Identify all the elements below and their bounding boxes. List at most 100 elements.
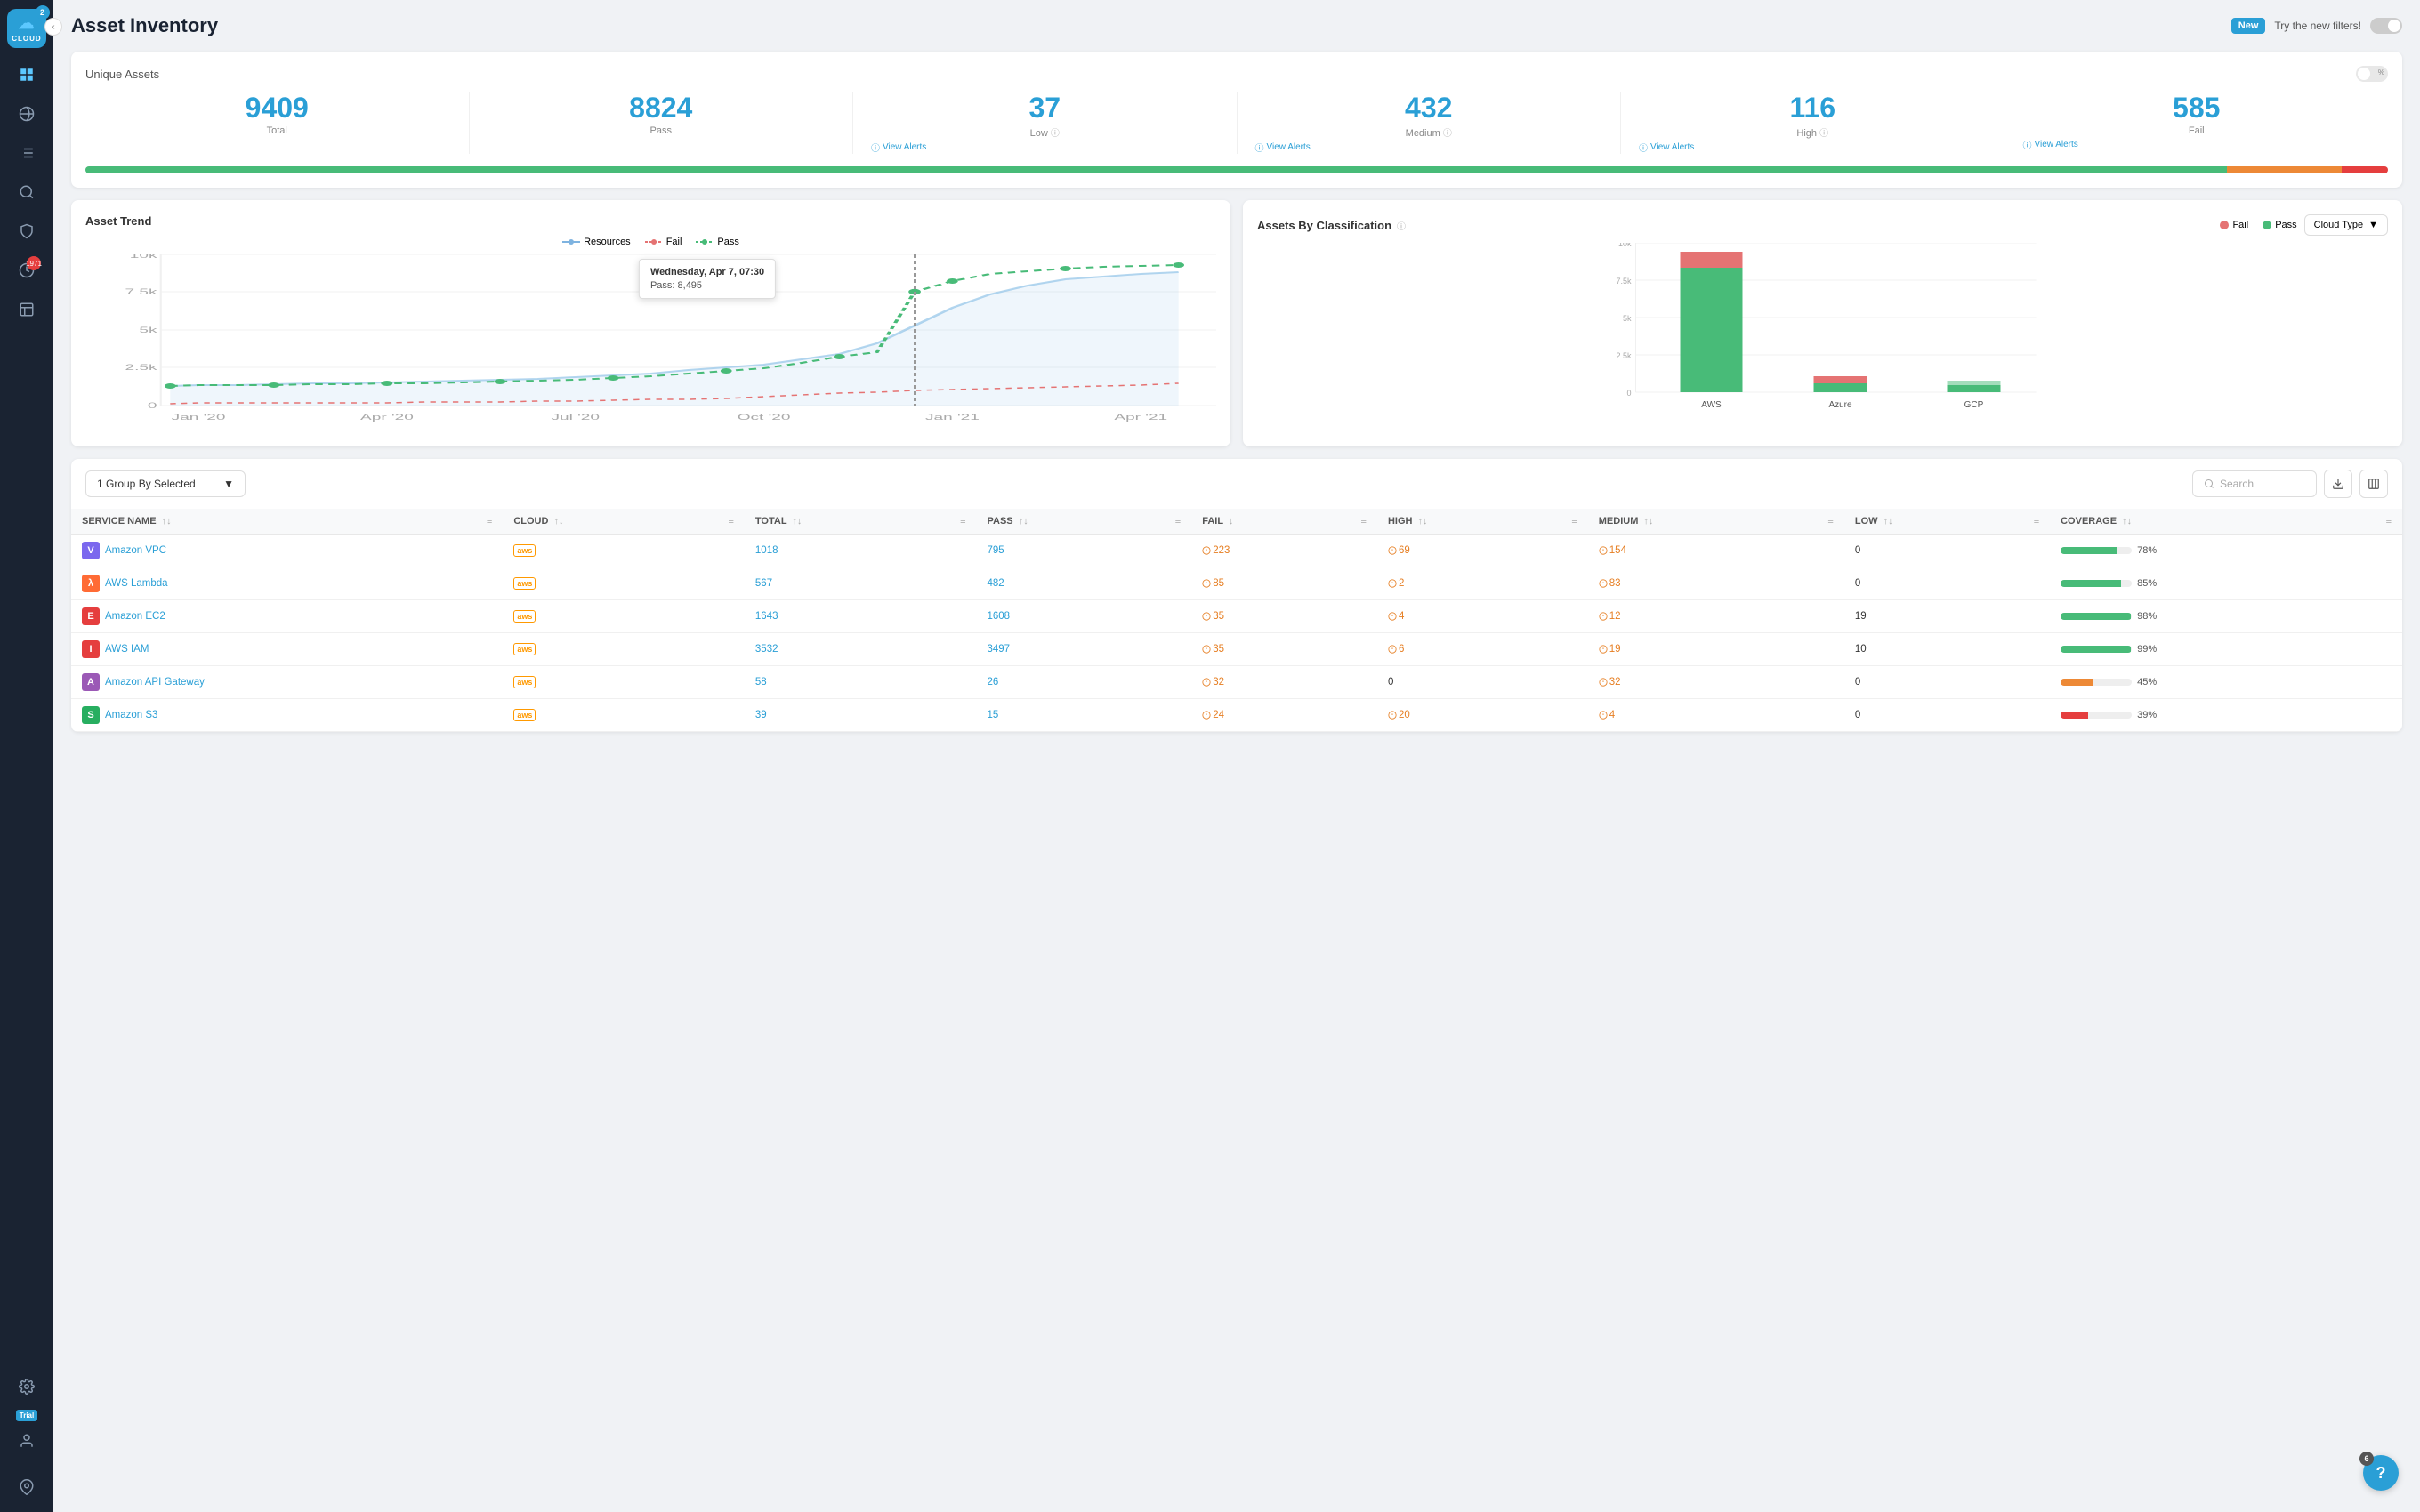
filter-icon-8[interactable]: ≡: [2034, 516, 2039, 527]
service-icon: I: [82, 640, 100, 658]
app-logo[interactable]: 2 ☁ CLOUD: [7, 9, 46, 48]
coverage-cell: 39%: [2061, 710, 2392, 720]
sort-icon-4: ↑↓: [1019, 516, 1028, 527]
aws-logo: aws: [513, 676, 536, 688]
service-name-link[interactable]: Amazon API Gateway: [105, 677, 205, 688]
svg-text:Oct '20: Oct '20: [738, 414, 791, 422]
coverage-bar: [2061, 712, 2132, 719]
high-view-alerts[interactable]: ⓘ View Alerts: [1639, 141, 1987, 154]
progress-orange: [2227, 166, 2342, 173]
service-cell: A Amazon API Gateway: [82, 673, 492, 691]
cell-coverage: 39%: [2050, 699, 2402, 732]
download-button[interactable]: [2324, 470, 2352, 498]
sidebar: ‹ 2 ☁ CLOUD 1971 Trial: [0, 0, 53, 1512]
help-count-badge: 6: [2360, 1452, 2374, 1466]
warning-icon-high: [1388, 612, 1397, 621]
total-number: 9409: [103, 92, 451, 124]
medium-number: 432: [1255, 92, 1603, 124]
filter-icon-2[interactable]: ≡: [728, 516, 733, 527]
table-row: S Amazon S3 aws 39 15 24 20 4 0 39%: [71, 699, 2402, 732]
warning-icon: [1202, 546, 1211, 555]
sort-icon-3: ↑↓: [792, 516, 802, 527]
cell-low: 19: [1844, 600, 2050, 633]
cell-cloud: aws: [503, 567, 745, 600]
cell-fail: 32: [1191, 666, 1377, 699]
header-right: New Try the new filters!: [2231, 18, 2402, 34]
fail-view-alerts[interactable]: ⓘ View Alerts: [2023, 138, 2371, 151]
cell-low: 0: [1844, 699, 2050, 732]
service-cell: λ AWS Lambda: [82, 575, 492, 592]
cell-pass: 1608: [977, 600, 1192, 633]
coverage-cell: 98%: [2061, 611, 2392, 622]
low-number: 37: [871, 92, 1219, 124]
warning-icon-med: [1599, 579, 1608, 588]
cell-cloud: aws: [503, 535, 745, 567]
sidebar-item-shield[interactable]: [11, 215, 43, 247]
sort-icon-9: ↑↓: [2122, 516, 2132, 527]
notification-badge: 2: [36, 5, 50, 20]
assets-classification-card: Assets By Classification ⓘ Fail Pass: [1243, 200, 2402, 446]
medium-view-alerts[interactable]: ⓘ View Alerts: [1255, 141, 1603, 154]
service-name-link[interactable]: Amazon VPC: [105, 545, 166, 556]
low-view-alerts[interactable]: ⓘ View Alerts: [871, 141, 1219, 154]
sidebar-item-search[interactable]: [11, 176, 43, 208]
classification-title: Assets By Classification: [1257, 219, 1392, 232]
svg-text:2.5k: 2.5k: [1616, 351, 1632, 360]
filter-icon-3[interactable]: ≡: [960, 516, 965, 527]
filter-icon-6[interactable]: ≡: [1571, 516, 1577, 527]
unique-assets-toggle[interactable]: %: [2356, 66, 2388, 82]
filter-icon-4[interactable]: ≡: [1175, 516, 1181, 527]
sidebar-item-graph[interactable]: [11, 98, 43, 130]
stat-fail: 585 Fail ⓘ View Alerts: [2005, 92, 2389, 154]
progress-green: [85, 166, 2227, 173]
coverage-cell: 99%: [2061, 644, 2392, 655]
alert-count-badge: 1971: [27, 256, 41, 270]
svg-text:0: 0: [1626, 389, 1631, 398]
filter-icon-7[interactable]: ≡: [1827, 516, 1833, 527]
cloud-type-dropdown[interactable]: Cloud Type ▼: [2304, 214, 2388, 236]
filters-toggle[interactable]: [2370, 18, 2402, 34]
group-by-select[interactable]: 1 Group By Selected ▼: [85, 470, 246, 497]
cell-cloud: aws: [503, 633, 745, 666]
cell-high: 4: [1377, 600, 1588, 633]
col-total: TOTAL ↑↓ ≡: [745, 509, 977, 535]
sidebar-item-user[interactable]: [11, 1425, 43, 1457]
service-cell: S Amazon S3: [82, 706, 492, 724]
sidebar-item-dashboard[interactable]: [11, 59, 43, 91]
legend-pass: Pass: [696, 237, 738, 247]
sidebar-item-reports[interactable]: [11, 294, 43, 326]
search-box[interactable]: Search: [2192, 470, 2317, 497]
sidebar-item-alerts[interactable]: 1971: [11, 254, 43, 286]
warning-icon-med: [1599, 711, 1608, 720]
pass-number: 8824: [488, 92, 835, 124]
trial-badge: Trial: [16, 1410, 37, 1421]
service-name-link[interactable]: AWS IAM: [105, 644, 149, 655]
cell-fail: 85: [1191, 567, 1377, 600]
cell-fail: 223: [1191, 535, 1377, 567]
sidebar-item-location[interactable]: [11, 1471, 43, 1503]
progress-bar: [85, 166, 2388, 173]
asset-trend-chart: 0 2.5k 5k 7.5k 10k Jan '20 Apr '20 Jul '…: [85, 254, 1216, 432]
filter-icon-5[interactable]: ≡: [1361, 516, 1367, 527]
sidebar-item-list[interactable]: [11, 137, 43, 169]
columns-button[interactable]: [2360, 470, 2388, 498]
assets-stats: 9409 Total 8824 Pass 37 Low ⓘ ⓘ View Ale…: [85, 92, 2388, 154]
cell-medium: 12: [1588, 600, 1844, 633]
svg-text:0: 0: [148, 402, 157, 411]
service-name-link[interactable]: Amazon S3: [105, 710, 157, 720]
filter-icon-9[interactable]: ≡: [2386, 516, 2392, 527]
service-name-link[interactable]: AWS Lambda: [105, 578, 168, 589]
filter-icon[interactable]: ≡: [487, 516, 492, 527]
class-legend-pass: Pass: [2263, 220, 2296, 230]
warning-icon-high: [1388, 645, 1397, 654]
help-button[interactable]: 6 ?: [2363, 1455, 2399, 1491]
stat-pass: 8824 Pass: [470, 92, 854, 154]
cell-high: 6: [1377, 633, 1588, 666]
collapse-button[interactable]: ‹: [44, 18, 62, 36]
service-name-link[interactable]: Amazon EC2: [105, 611, 165, 622]
sidebar-item-settings[interactable]: [11, 1371, 43, 1403]
aws-logo: aws: [513, 643, 536, 655]
app-name-label: CLOUD: [12, 35, 41, 43]
medium-label: Medium ⓘ: [1255, 125, 1603, 139]
svg-text:Azure: Azure: [1828, 400, 1852, 410]
